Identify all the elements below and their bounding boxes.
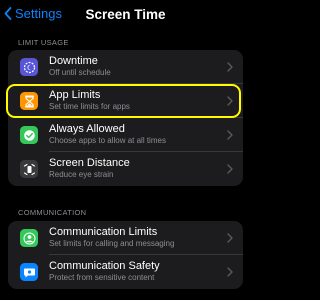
row-title: App Limits [49,89,101,101]
row-subtitle: Reduce eye strain [49,170,114,179]
hourglass-icon [20,92,38,110]
row-subtitle: Set limits for calling and messaging [49,239,175,248]
row-communication-safety[interactable]: Communication Safety Protect from sensit… [8,255,243,289]
row-title: Communication Limits [49,226,158,238]
section-header-communication: COMMUNICATION [18,208,87,217]
row-app-limits[interactable]: App Limits Set time limits for apps [8,84,243,118]
limit-usage-group: Downtime Off until schedule App Limits S… [8,50,243,186]
chevron-right-icon [227,233,233,243]
chevron-right-icon [227,267,233,277]
row-always-allowed[interactable]: Always Allowed Choose apps to allow at a… [8,118,243,152]
row-title: Screen Distance [49,157,130,169]
row-title: Communication Safety [49,260,160,272]
row-downtime[interactable]: Downtime Off until schedule [8,50,243,84]
row-title: Always Allowed [49,123,125,135]
row-subtitle: Set time limits for apps [49,102,130,111]
row-screen-distance[interactable]: Screen Distance Reduce eye strain [8,152,243,186]
row-subtitle: Off until schedule [49,68,111,77]
chevron-right-icon [227,62,233,72]
screen-distance-icon [20,160,38,178]
row-subtitle: Protect from sensitive content [49,273,155,282]
checkmark-icon [20,126,38,144]
page-title: Screen Time [85,7,166,22]
person-icon [20,229,38,247]
row-title: Downtime [49,55,98,67]
message-bubble-icon [20,263,38,281]
communication-group: Communication Limits Set limits for call… [8,221,243,289]
row-subtitle: Choose apps to allow at all times [49,136,166,145]
chevron-right-icon [227,96,233,106]
chevron-right-icon [227,130,233,140]
row-communication-limits[interactable]: Communication Limits Set limits for call… [8,221,243,255]
downtime-icon [20,58,38,76]
chevron-right-icon [227,164,233,174]
section-header-limit-usage: LIMIT USAGE [18,38,69,47]
navigation-bar: Settings Screen Time [0,0,251,30]
